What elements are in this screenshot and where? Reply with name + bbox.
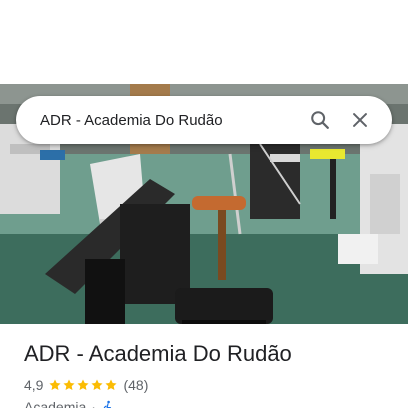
star-icon [63,379,76,391]
separator: · [91,399,96,408]
star-icon [49,379,62,391]
rating-row[interactable]: 4,9 (48) [24,376,394,394]
search-button[interactable] [300,100,340,140]
place-title: ADR - Academia Do Rudão [24,341,292,366]
wheelchair-accessible-icon [103,400,112,408]
category-row: Academia · [24,398,394,408]
place-info-panel: ADR - Academia Do Rudão 4,9 (48) Academi… [24,340,394,408]
rating-value: 4,9 [24,377,44,393]
search-icon [311,111,329,129]
close-icon [353,113,367,127]
search-bar[interactable]: ADR - Academia Do Rudão [16,96,392,144]
star-rating [48,378,118,392]
star-icon [91,379,104,391]
star-icon [105,379,118,391]
place-category: Academia [24,399,87,408]
search-input[interactable]: ADR - Academia Do Rudão [40,112,300,129]
close-button[interactable] [340,100,380,140]
star-icon [77,379,90,391]
top-blank-area [0,0,408,84]
review-count[interactable]: (48) [123,377,148,393]
